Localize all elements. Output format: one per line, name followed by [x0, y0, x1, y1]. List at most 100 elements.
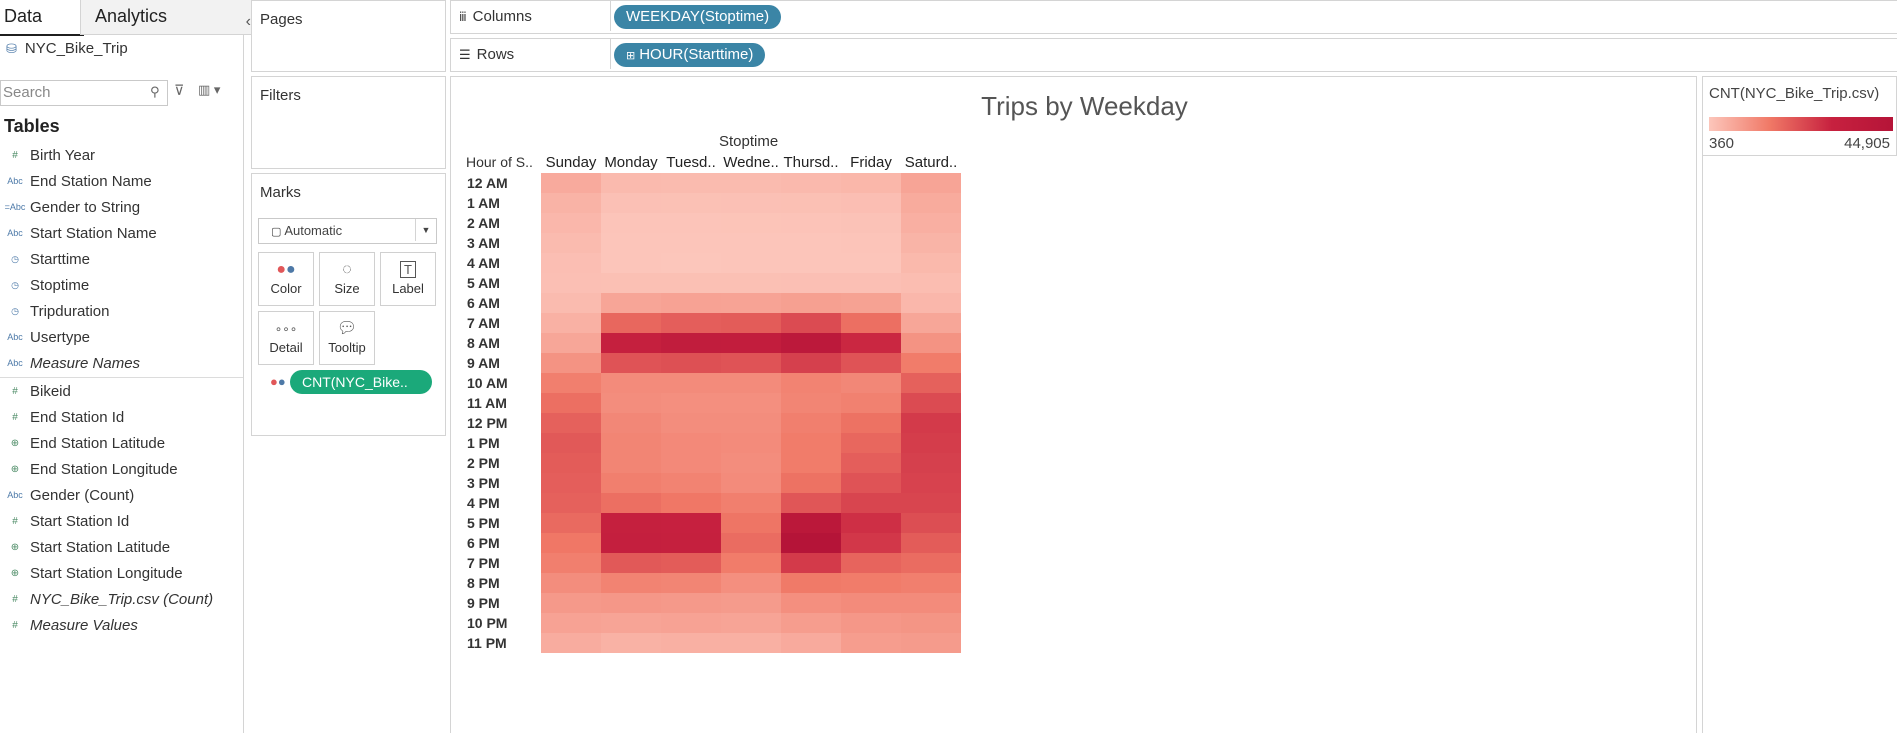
heatmap-cell[interactable]	[721, 173, 781, 193]
heatmap-cell[interactable]	[721, 573, 781, 593]
heatmap-cell[interactable]	[661, 593, 721, 613]
heatmap-cell[interactable]	[901, 633, 961, 653]
columns-shelf[interactable]: ⅲ Columns WEEKDAY(Stoptime)	[450, 0, 1897, 34]
row-header[interactable]: 7 PM	[467, 555, 500, 571]
heatmap-cell[interactable]	[661, 253, 721, 273]
heatmap-cell[interactable]	[841, 353, 901, 373]
columns-pill[interactable]: WEEKDAY(Stoptime)	[614, 5, 782, 29]
heatmap-cell[interactable]	[601, 373, 661, 393]
heatmap-cell[interactable]	[661, 433, 721, 453]
heatmap-cell[interactable]	[721, 613, 781, 633]
heatmap-cell[interactable]	[541, 393, 601, 413]
heatmap-cell[interactable]	[601, 353, 661, 373]
heatmap-cell[interactable]	[601, 253, 661, 273]
heatmap-cell[interactable]	[601, 293, 661, 313]
field-item[interactable]: # NYC_Bike_Trip.csv (Count)	[0, 586, 243, 612]
heatmap-cell[interactable]	[541, 633, 601, 653]
field-item[interactable]: Abc End Station Name	[0, 168, 243, 194]
heatmap-cell[interactable]	[841, 433, 901, 453]
row-header[interactable]: 6 AM	[467, 295, 500, 311]
detail-button[interactable]: ∘∘∘ Detail	[258, 311, 314, 365]
heatmap-cell[interactable]	[901, 213, 961, 233]
heatmap-cell[interactable]	[901, 493, 961, 513]
row-header[interactable]: 12 PM	[467, 415, 507, 431]
heatmap-cell[interactable]	[781, 553, 841, 573]
row-header[interactable]: 11 PM	[467, 635, 507, 651]
tooltip-button[interactable]: 💬︎ Tooltip	[319, 311, 375, 365]
heatmap-cell[interactable]	[901, 573, 961, 593]
heatmap-cell[interactable]	[781, 373, 841, 393]
heatmap-cell[interactable]	[721, 453, 781, 473]
field-item[interactable]: # Measure Values	[0, 612, 243, 638]
heatmap-cell[interactable]	[901, 293, 961, 313]
field-item[interactable]: ⊕ Start Station Latitude	[0, 534, 243, 560]
heatmap-cell[interactable]	[601, 273, 661, 293]
field-item[interactable]: Abc Start Station Name	[0, 220, 243, 246]
heatmap-cell[interactable]	[661, 293, 721, 313]
heatmap-cell[interactable]	[601, 173, 661, 193]
heatmap-cell[interactable]	[841, 613, 901, 633]
heatmap-cell[interactable]	[601, 313, 661, 333]
color-button[interactable]: ●● Color	[258, 252, 314, 306]
rows-pill[interactable]: ⊞ HOUR(Starttime)	[614, 43, 766, 67]
heatmap-cell[interactable]	[901, 473, 961, 493]
heatmap-cell[interactable]	[781, 293, 841, 313]
heatmap-cell[interactable]	[541, 553, 601, 573]
heatmap-cell[interactable]	[901, 313, 961, 333]
heatmap-cell[interactable]	[601, 213, 661, 233]
heatmap-cell[interactable]	[841, 513, 901, 533]
heatmap-cell[interactable]	[541, 173, 601, 193]
expand-icon[interactable]: ⊞	[626, 50, 635, 62]
row-header[interactable]: 4 PM	[467, 495, 500, 511]
heatmap-cell[interactable]	[841, 333, 901, 353]
size-button[interactable]: ◌ Size	[319, 252, 375, 306]
tab-data[interactable]: Data	[0, 0, 84, 36]
heatmap-cell[interactable]	[661, 453, 721, 473]
row-header[interactable]: 5 AM	[467, 275, 500, 291]
field-item[interactable]: ⊕ Start Station Longitude	[0, 560, 243, 586]
heatmap-cell[interactable]	[901, 273, 961, 293]
heatmap-cell[interactable]	[841, 493, 901, 513]
heatmap-cell[interactable]	[721, 233, 781, 253]
heatmap-cell[interactable]	[541, 613, 601, 633]
heatmap-cell[interactable]	[601, 233, 661, 253]
field-item[interactable]: ◷ Stoptime	[0, 272, 243, 298]
heatmap-cell[interactable]	[721, 273, 781, 293]
filter-icon[interactable]: ⊽	[174, 82, 184, 99]
search-input[interactable]: Search	[0, 80, 168, 106]
field-item[interactable]: # Birth Year	[0, 142, 243, 168]
heatmap-cell[interactable]	[901, 233, 961, 253]
heatmap-cell[interactable]	[721, 513, 781, 533]
field-item[interactable]: Abc Gender (Count)	[0, 482, 243, 508]
field-item[interactable]: ⊕ End Station Longitude	[0, 456, 243, 482]
heatmap-cell[interactable]	[781, 233, 841, 253]
heatmap-cell[interactable]	[601, 533, 661, 553]
heatmap-cell[interactable]	[541, 253, 601, 273]
heatmap-cell[interactable]	[601, 393, 661, 413]
column-header[interactable]: Friday	[841, 154, 901, 171]
row-header[interactable]: 1 PM	[467, 435, 500, 451]
heatmap-cell[interactable]	[901, 513, 961, 533]
field-item[interactable]: =Abc Gender to String	[0, 194, 243, 220]
heatmap-cell[interactable]	[901, 173, 961, 193]
heatmap-cell[interactable]	[541, 293, 601, 313]
row-header[interactable]: 3 AM	[467, 235, 500, 251]
heatmap-cell[interactable]	[841, 573, 901, 593]
heatmap-cell[interactable]	[901, 393, 961, 413]
column-header[interactable]: Saturd..	[901, 154, 961, 171]
heatmap-cell[interactable]	[721, 593, 781, 613]
heatmap-cell[interactable]	[661, 633, 721, 653]
heatmap-cell[interactable]	[721, 633, 781, 653]
row-header[interactable]: 9 PM	[467, 595, 500, 611]
row-header[interactable]: 10 AM	[467, 375, 508, 391]
tab-analytics[interactable]: Analytics ‹	[80, 0, 259, 35]
row-header[interactable]: 1 AM	[467, 195, 500, 211]
heatmap-cell[interactable]	[721, 193, 781, 213]
heatmap-cell[interactable]	[781, 253, 841, 273]
heatmap-cell[interactable]	[541, 193, 601, 213]
heatmap-cell[interactable]	[781, 333, 841, 353]
heatmap-cell[interactable]	[721, 533, 781, 553]
heatmap-cell[interactable]	[841, 293, 901, 313]
heatmap-cell[interactable]	[661, 393, 721, 413]
field-item[interactable]: ◷ Tripduration	[0, 298, 243, 324]
